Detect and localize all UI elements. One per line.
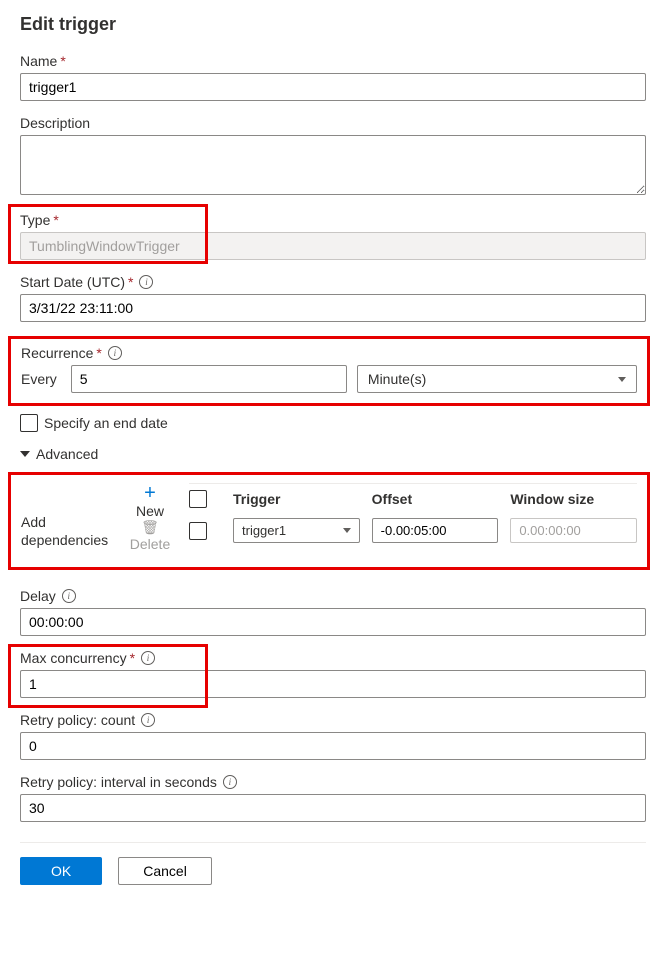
advanced-toggle[interactable]: Advanced	[20, 446, 646, 462]
chevron-down-icon	[618, 377, 626, 382]
type-label: Type*	[20, 212, 646, 228]
max-conc-wrap: Max concurrency* i	[20, 650, 646, 698]
max-conc-group: Max concurrency* i	[20, 650, 646, 698]
page-title: Edit trigger	[20, 14, 646, 35]
retry-count-group: Retry policy: count i	[20, 712, 646, 760]
footer: OK Cancel	[20, 842, 646, 885]
start-date-input[interactable]	[20, 294, 646, 322]
retry-interval-group: Retry policy: interval in seconds i	[20, 774, 646, 822]
name-group: Name*	[20, 53, 646, 101]
info-icon[interactable]: i	[141, 713, 155, 727]
chevron-down-icon	[20, 451, 30, 457]
info-icon[interactable]: i	[223, 775, 237, 789]
delay-label: Delay i	[20, 588, 646, 604]
plus-icon: +	[144, 483, 156, 503]
dep-offset-input[interactable]	[372, 518, 499, 543]
offset-col-header: Offset	[372, 491, 499, 507]
description-label: Description	[20, 115, 646, 131]
description-group: Description	[20, 115, 646, 198]
dependencies-highlight: Add dependencies + New 🗑 Delete Trigger …	[8, 472, 650, 570]
name-input[interactable]	[20, 73, 646, 101]
trash-icon: 🗑	[141, 519, 159, 536]
info-icon[interactable]: i	[141, 651, 155, 665]
dep-row-checkbox[interactable]	[189, 522, 207, 540]
info-icon[interactable]: i	[62, 589, 76, 603]
specify-end-checkbox[interactable]	[20, 414, 38, 432]
deps-select-all-checkbox[interactable]	[189, 490, 207, 508]
retry-interval-input[interactable]	[20, 794, 646, 822]
type-group: Type* TumblingWindowTrigger	[20, 212, 646, 260]
recurrence-unit-value: Minute(s)	[368, 371, 426, 387]
window-col-header: Window size	[510, 491, 637, 507]
specify-end-label: Specify an end date	[44, 415, 168, 431]
cancel-button[interactable]: Cancel	[118, 857, 212, 885]
dep-window-input: 0.00:00:00	[510, 518, 637, 543]
ok-button[interactable]: OK	[20, 857, 102, 885]
dep-trigger-select[interactable]: trigger1	[233, 518, 360, 543]
add-dependencies-label: Add dependencies	[21, 483, 111, 553]
start-date-group: Start Date (UTC)* i	[20, 274, 646, 322]
recurrence-highlight: Recurrence* i Every Minute(s)	[8, 336, 650, 406]
required-asterisk: *	[130, 650, 135, 666]
info-icon[interactable]: i	[139, 275, 153, 289]
required-asterisk: *	[96, 345, 101, 361]
deps-table-header: Trigger Offset Window size	[189, 490, 637, 508]
required-asterisk: *	[53, 212, 58, 228]
chevron-down-icon	[343, 528, 351, 533]
specify-end-row: Specify an end date	[20, 414, 646, 432]
description-textarea[interactable]	[20, 135, 646, 195]
delete-dependency-button: Delete	[130, 536, 170, 552]
table-row: trigger1 0.00:00:00	[189, 518, 637, 543]
max-conc-input[interactable]	[20, 670, 646, 698]
every-label: Every	[21, 371, 57, 387]
info-icon[interactable]: i	[108, 346, 122, 360]
recurrence-label: Recurrence* i	[21, 345, 637, 361]
new-dependency-button[interactable]: New	[136, 503, 164, 519]
max-conc-label: Max concurrency* i	[20, 650, 646, 666]
delay-input[interactable]	[20, 608, 646, 636]
name-label: Name*	[20, 53, 646, 69]
trigger-col-header: Trigger	[233, 491, 360, 507]
required-asterisk: *	[60, 53, 65, 69]
recurrence-unit-select[interactable]: Minute(s)	[357, 365, 637, 393]
required-asterisk: *	[128, 274, 133, 290]
delay-group: Delay i	[20, 588, 646, 636]
recurrence-every-input[interactable]	[71, 365, 347, 393]
type-input: TumblingWindowTrigger	[20, 232, 646, 260]
retry-interval-label: Retry policy: interval in seconds i	[20, 774, 646, 790]
start-date-label: Start Date (UTC)* i	[20, 274, 646, 290]
retry-count-input[interactable]	[20, 732, 646, 760]
retry-count-label: Retry policy: count i	[20, 712, 646, 728]
